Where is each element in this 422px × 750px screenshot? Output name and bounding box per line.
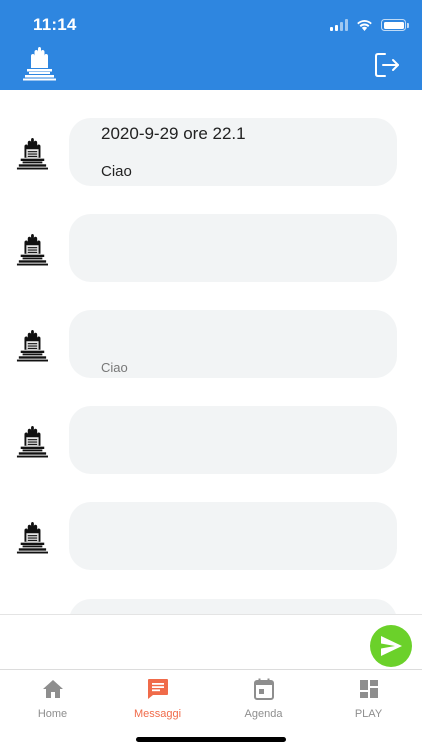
cellular-signal-icon (330, 19, 348, 31)
wifi-icon (357, 20, 372, 31)
message-row (0, 599, 422, 614)
message-bubble[interactable]: Ciao (69, 310, 397, 378)
logout-icon[interactable] (372, 50, 402, 80)
compose-bar (0, 614, 422, 669)
message-row (0, 406, 422, 474)
message-text: Ciao (101, 360, 128, 375)
chat-icon (147, 679, 168, 699)
message-row: Ciao (0, 310, 422, 378)
message-row (0, 214, 422, 282)
message-bubble[interactable]: 2020-9-29 ore 22.1 Ciao (69, 118, 397, 186)
tab-home[interactable]: Home (0, 670, 105, 726)
message-list[interactable]: 2020-9-29 ore 22.1 Ciao Ciao (0, 90, 422, 614)
tab-play[interactable]: PLAY (316, 670, 421, 726)
tab-home-label: Home (37, 708, 68, 720)
praying-hands-avatar-icon (16, 423, 48, 459)
home-indicator[interactable] (136, 737, 286, 742)
app-header: 11:14 (0, 0, 422, 90)
status-icons (330, 14, 409, 36)
message-row (0, 502, 422, 570)
message-bubble[interactable] (69, 502, 397, 570)
message-bubble[interactable] (69, 214, 397, 282)
message-date: 2020-9-29 ore 22.1 (101, 124, 246, 143)
praying-hands-avatar-icon (16, 135, 48, 171)
tab-agenda[interactable]: Agenda (211, 670, 316, 726)
status-time: 11:14 (33, 15, 77, 34)
tab-play-label: PLAY (354, 708, 383, 720)
message-bubble[interactable] (69, 406, 397, 474)
tab-messaggi-label: Messaggi (133, 708, 182, 720)
send-icon (381, 636, 402, 656)
message-row: 2020-9-29 ore 22.1 Ciao (0, 118, 422, 186)
message-input[interactable] (10, 623, 355, 663)
battery-icon (381, 19, 409, 31)
praying-hands-logo-icon[interactable] (22, 44, 56, 82)
praying-hands-avatar-icon (16, 519, 48, 555)
praying-hands-avatar-icon (16, 327, 48, 363)
praying-hands-avatar-icon (16, 231, 48, 267)
message-text: Ciao (101, 163, 132, 180)
tab-agenda-label: Agenda (244, 708, 283, 720)
tab-messaggi[interactable]: Messaggi (105, 670, 210, 726)
message-bubble[interactable] (69, 599, 397, 614)
home-icon (42, 680, 63, 698)
dashboard-icon (359, 680, 378, 698)
send-button[interactable] (370, 625, 412, 667)
calendar-icon (253, 678, 274, 700)
